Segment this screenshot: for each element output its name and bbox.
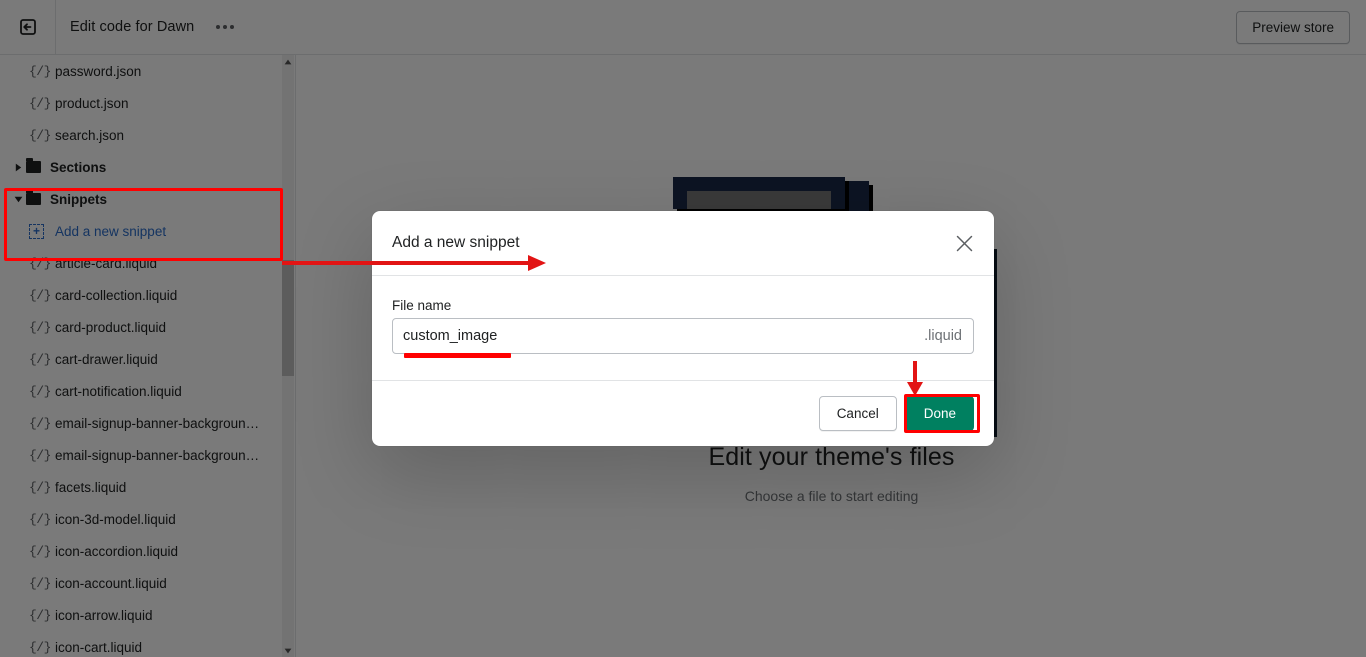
filename-label: File name xyxy=(392,298,452,313)
exit-left-icon[interactable] xyxy=(0,0,56,54)
code-file-icon: {/} xyxy=(29,319,51,335)
folder-icon xyxy=(26,190,50,205)
code-file-icon: {/} xyxy=(29,607,51,623)
sidebar-file-label: article-card.liquid xyxy=(55,255,158,271)
add-square-icon: + xyxy=(29,223,55,239)
cancel-button[interactable]: Cancel xyxy=(818,395,897,431)
sidebar-file-item[interactable]: {/} cart-notification.liquid xyxy=(0,375,283,407)
sidebar-file-label: email-signup-banner-backgroun… xyxy=(55,447,260,463)
code-file-icon: {/} xyxy=(29,415,51,431)
scrollbar-thumb[interactable] xyxy=(282,260,294,376)
ellipsis-dot xyxy=(216,25,221,29)
sidebar-file-label: product.json xyxy=(55,95,129,111)
sidebar-scrollbar[interactable] xyxy=(282,55,294,657)
sidebar-file-label: icon-account.liquid xyxy=(55,575,167,591)
sidebar-file-item[interactable]: {/} email-signup-banner-backgroun… xyxy=(0,407,283,439)
done-button[interactable]: Done xyxy=(905,395,974,431)
sidebar-file-item[interactable]: {/} icon-accordion.liquid xyxy=(0,535,283,567)
sidebar-file-item[interactable]: {/} article-card.liquid xyxy=(0,247,283,279)
modal-footer: Cancel Done xyxy=(372,381,994,445)
code-file-icon: {/} xyxy=(29,479,51,495)
sidebar-file-item[interactable]: {/} email-signup-banner-backgroun… xyxy=(0,439,283,471)
code-file-icon: {/} xyxy=(29,383,51,399)
sidebar-file-label: email-signup-banner-backgroun… xyxy=(55,415,260,431)
empty-state-title: Edit your theme's files xyxy=(708,443,955,471)
exit-left-icon-svg xyxy=(19,19,36,35)
sidebar-file-label: search.json xyxy=(55,127,125,143)
sidebar-file-item[interactable]: {/} product.json xyxy=(0,87,283,119)
caret-right-icon[interactable] xyxy=(10,163,26,172)
sidebar-file-item[interactable]: {/} icon-arrow.liquid xyxy=(0,599,283,631)
modal-title: Add a new snippet xyxy=(392,234,520,251)
code-file-icon: {/} xyxy=(29,351,51,367)
sidebar-folder-snippets[interactable]: Snippets xyxy=(0,183,283,215)
plus-glyph: + xyxy=(29,223,44,239)
sidebar-file-label: icon-cart.liquid xyxy=(55,639,143,655)
add-snippet-modal: Add a new snippet File name .liquid Canc… xyxy=(372,211,994,446)
sidebar-file-label: facets.liquid xyxy=(55,479,127,495)
caret-down-icon[interactable] xyxy=(10,196,26,203)
sidebar-file-label: password.json xyxy=(55,63,142,79)
add-new-snippet-button[interactable]: + Add a new snippet xyxy=(0,215,283,247)
modal-body: File name .liquid xyxy=(372,276,994,381)
caret-down-icon-svg xyxy=(284,648,292,653)
close-icon[interactable] xyxy=(948,227,980,259)
filename-input-wrap[interactable]: .liquid xyxy=(392,318,974,354)
caret-up-icon-svg xyxy=(284,59,292,64)
sidebar-file-item[interactable]: {/} icon-account.liquid xyxy=(0,567,283,599)
sidebar-file-label: icon-3d-model.liquid xyxy=(55,511,176,527)
filename-input[interactable] xyxy=(393,319,925,353)
sidebar-file-item[interactable]: {/} search.json xyxy=(0,119,283,151)
code-file-icon: {/} xyxy=(29,255,51,271)
code-file-icon: {/} xyxy=(29,575,51,591)
code-file-icon: {/} xyxy=(29,287,51,303)
code-file-icon: {/} xyxy=(29,543,51,559)
preview-store-button[interactable]: Preview store xyxy=(1236,11,1350,44)
sidebar-file-label: cart-notification.liquid xyxy=(55,383,182,399)
code-file-icon: {/} xyxy=(29,447,51,463)
code-file-icon: {/} xyxy=(29,639,51,655)
sidebar-file-item[interactable]: {/} cart-drawer.liquid xyxy=(0,343,283,375)
sidebar-file-label: card-collection.liquid xyxy=(55,287,178,303)
caret-up-icon[interactable] xyxy=(282,55,294,68)
sidebar-file-item[interactable]: {/} card-product.liquid xyxy=(0,311,283,343)
page-title: Edit code for Dawn xyxy=(70,19,195,35)
sidebar-file-label: icon-arrow.liquid xyxy=(55,607,153,623)
ellipsis-dot xyxy=(230,25,235,29)
sidebar-file-item[interactable]: {/} icon-cart.liquid xyxy=(0,631,283,657)
screen-root: Edit code for Dawn Preview store {/} pass… xyxy=(0,0,1366,657)
empty-state-subtitle: Choose a file to start editing xyxy=(744,488,919,504)
sidebar-file-item[interactable]: {/} card-collection.liquid xyxy=(0,279,283,311)
ellipsis-icon[interactable] xyxy=(208,19,242,35)
caret-down-icon[interactable] xyxy=(282,644,294,657)
sidebar-folder-label: Snippets xyxy=(50,191,108,207)
sidebar-file-item[interactable]: {/} icon-3d-model.liquid xyxy=(0,503,283,535)
code-file-icon: {/} xyxy=(29,95,51,111)
sidebar-file-label: card-product.liquid xyxy=(55,319,167,335)
code-file-icon: {/} xyxy=(29,511,51,527)
sidebar-file-label: icon-accordion.liquid xyxy=(55,543,179,559)
file-list: {/} password.json {/} product.json {/} search… xyxy=(0,55,283,657)
sidebar-file-item[interactable]: {/} password.json xyxy=(0,55,283,87)
ellipsis-dot xyxy=(223,25,228,29)
close-icon-svg xyxy=(956,235,972,251)
sidebar-folder-sections[interactable]: Sections xyxy=(0,151,283,183)
sidebar-file-label: cart-drawer.liquid xyxy=(55,351,158,367)
sidebar-file-item[interactable]: {/} facets.liquid xyxy=(0,471,283,503)
sidebar-folder-label: Sections xyxy=(50,159,107,175)
filename-suffix: .liquid xyxy=(924,328,962,344)
folder-icon xyxy=(26,158,50,173)
modal-header: Add a new snippet xyxy=(372,211,994,276)
code-file-icon: {/} xyxy=(29,63,51,79)
file-tree-sidebar[interactable]: {/} password.json {/} product.json {/} search… xyxy=(0,55,296,657)
top-bar: Edit code for Dawn Preview store xyxy=(0,0,1366,55)
add-new-snippet-label: Add a new snippet xyxy=(55,223,167,239)
code-file-icon: {/} xyxy=(29,127,51,143)
